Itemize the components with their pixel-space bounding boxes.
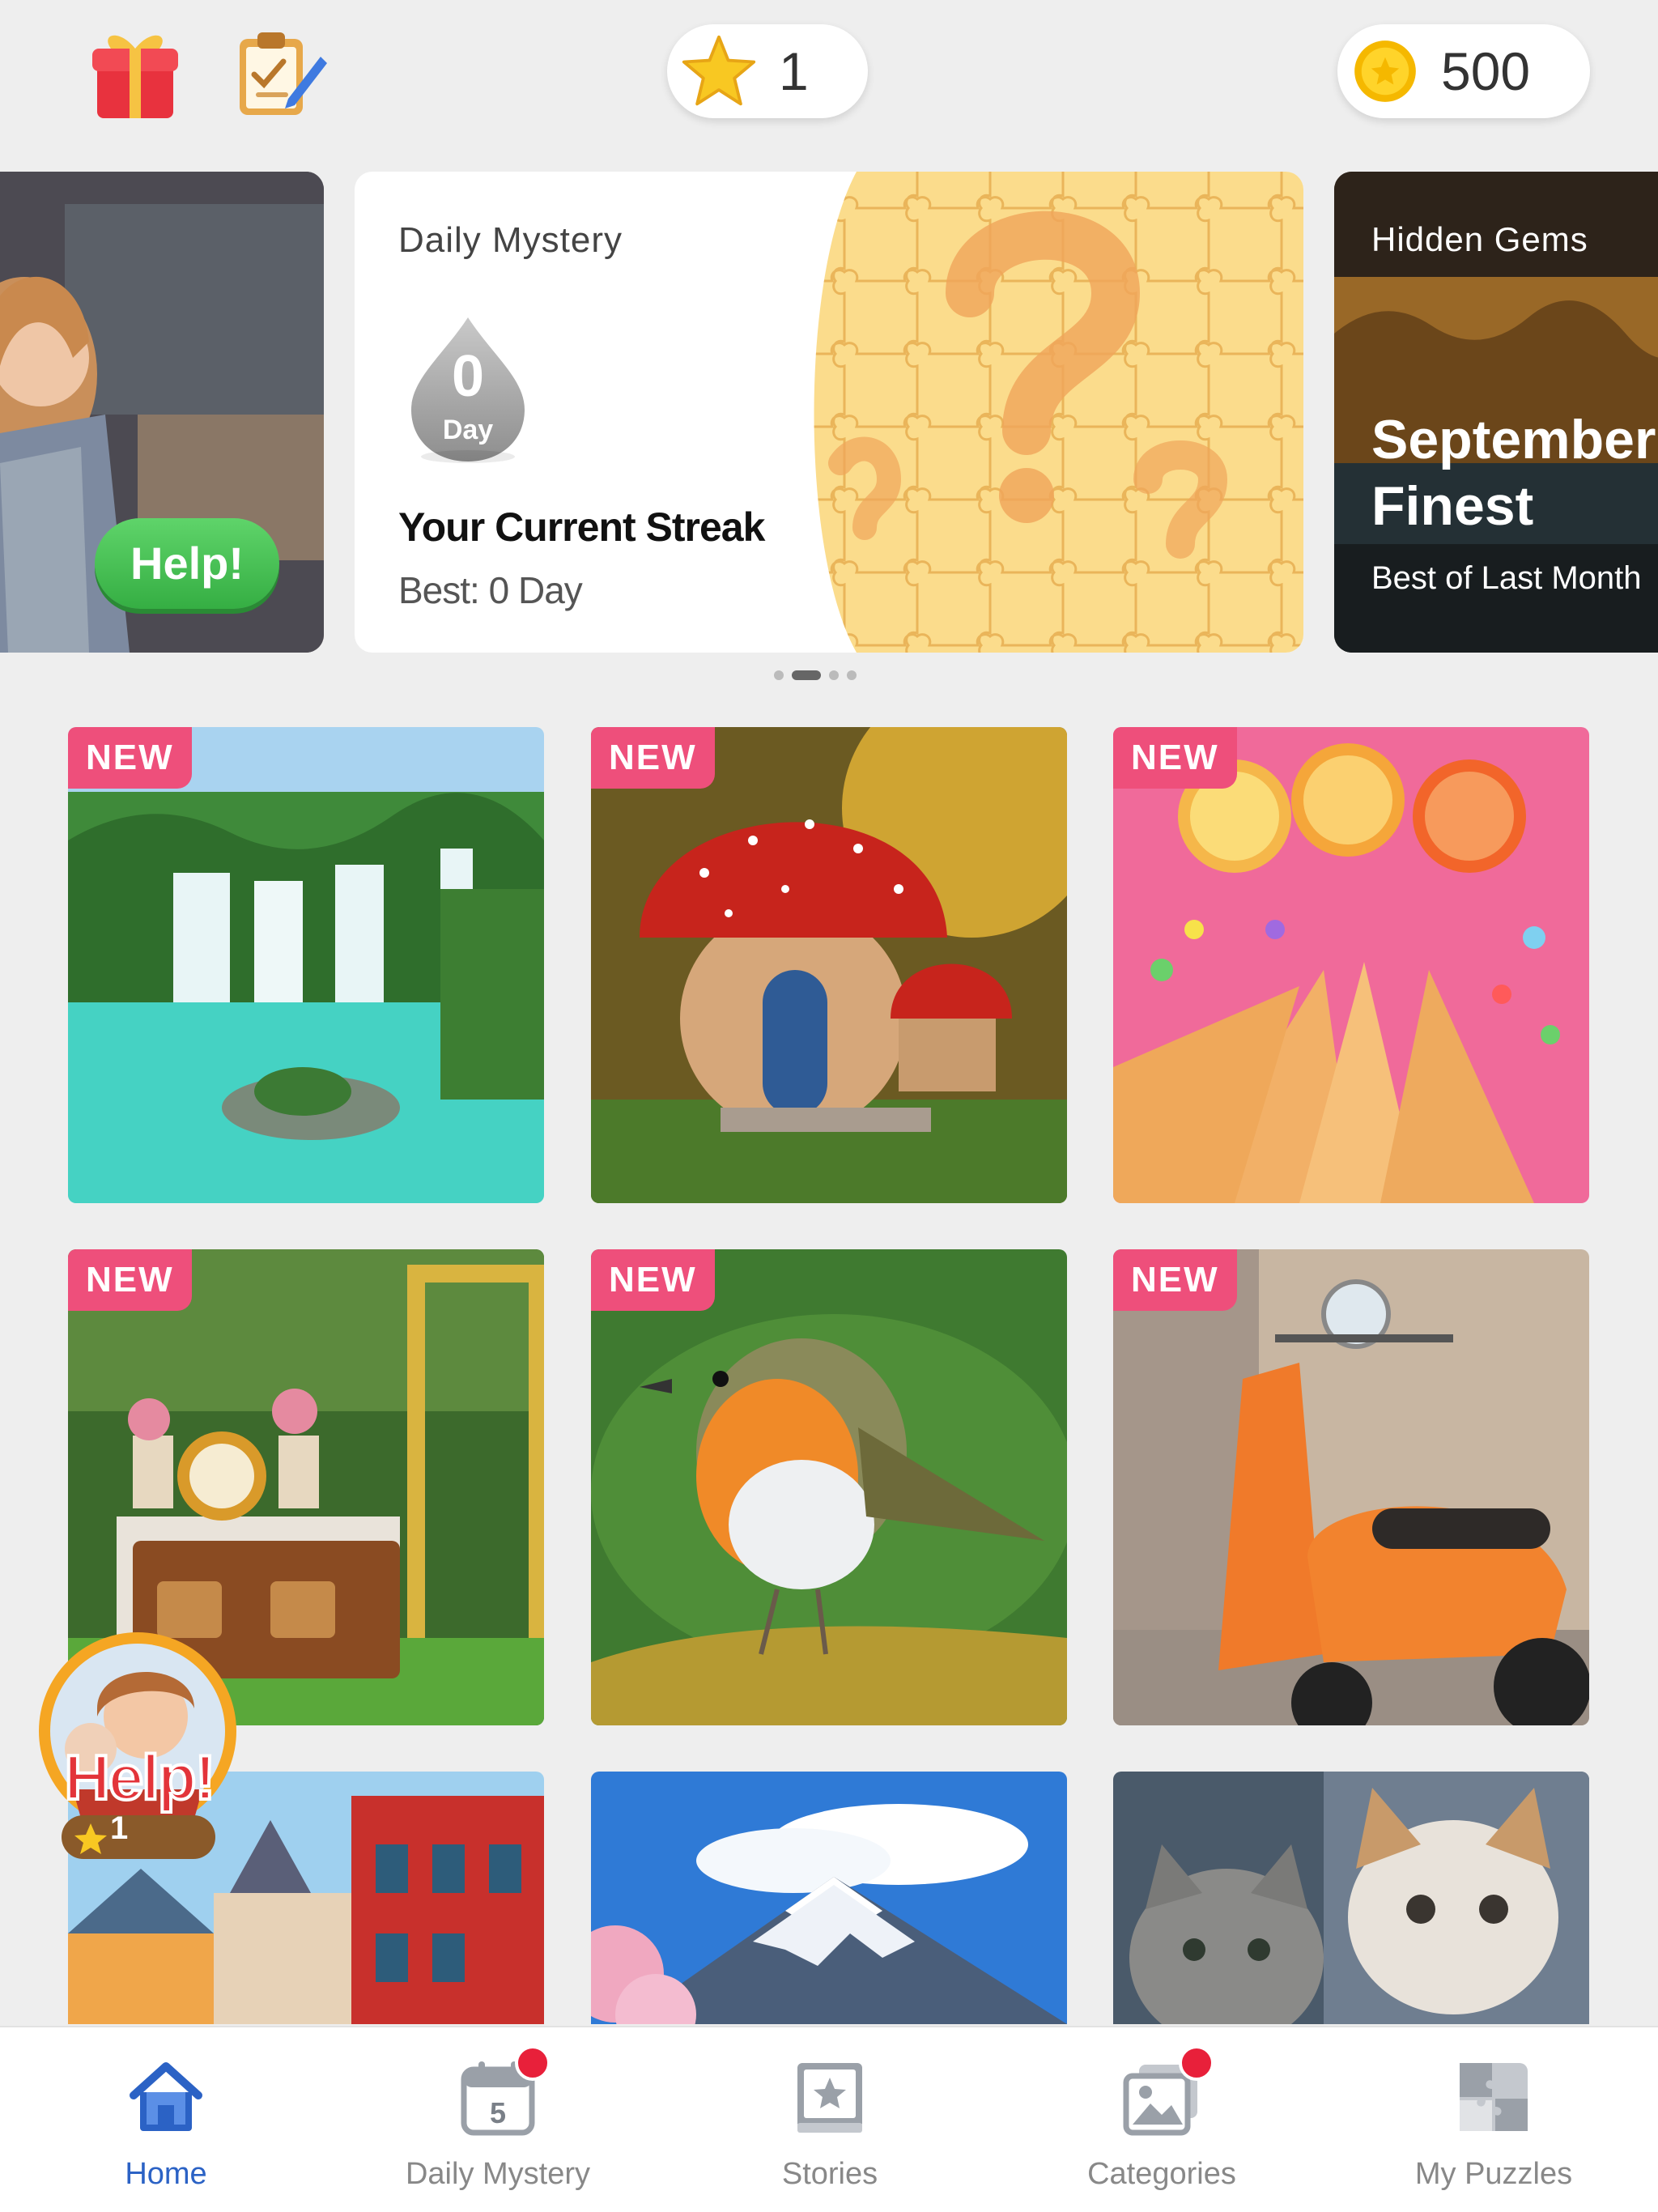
page-dot-active[interactable] (792, 670, 821, 680)
page-dot[interactable] (774, 670, 784, 680)
help-button[interactable]: Help! (95, 518, 279, 609)
tab-my-puzzles-label: My Puzzles (1414, 2157, 1573, 2191)
coin-icon (1354, 40, 1416, 102)
hidden-gems-headline: September's Finest (1371, 406, 1658, 539)
hidden-gems-title: Hidden Gems (1371, 220, 1588, 258)
streak-unit: Day (442, 415, 494, 445)
carousel-page-indicator (774, 670, 857, 680)
puzzle-tile-kittens[interactable] (1113, 1772, 1589, 2024)
calendar-day-number: 5 (490, 2096, 506, 2129)
star-icon (682, 35, 756, 106)
puzzle-tile-fuji[interactable] (591, 1772, 1067, 2024)
daily-mystery-card[interactable]: Daily Mystery 0 Day Your Current Streak … (355, 172, 1303, 653)
page-dot[interactable] (847, 670, 857, 680)
tab-stories-label: Stories (781, 2157, 878, 2191)
page-dot[interactable] (829, 670, 839, 680)
puzzle-tile-mushroom-house[interactable]: NEW (591, 727, 1067, 1203)
best-streak: Best: 0 Day (398, 569, 583, 611)
tab-daily-mystery[interactable]: 5 Daily Mystery (332, 2027, 664, 2212)
new-badge: NEW (1113, 727, 1237, 789)
tab-stories[interactable]: Stories (664, 2027, 996, 2212)
puzzle-tile-candy[interactable]: NEW (1113, 727, 1589, 1203)
hidden-gems-card[interactable]: Hidden Gems September's Finest Best of L… (1334, 172, 1658, 653)
help-float-label: Help! (63, 1740, 218, 1814)
puzzle-piece-icon (1460, 2063, 1528, 2131)
new-badge: NEW (1113, 1249, 1237, 1311)
tab-daily-mystery-label: Daily Mystery (405, 2157, 591, 2191)
streak-value: 0 (451, 344, 485, 409)
clipboard-check-icon[interactable] (232, 24, 329, 121)
gift-icon[interactable] (91, 24, 180, 121)
notification-dot (515, 2045, 551, 2081)
help-float-button[interactable]: Help! 1 (32, 1627, 243, 1870)
coins-counter[interactable]: 500 (1337, 24, 1590, 118)
tab-categories-label: Categories (1087, 2157, 1236, 2191)
mystery-puzzle-art (814, 172, 1303, 653)
current-streak-label: Your Current Streak (398, 504, 765, 550)
help-float-count: 1 (110, 1810, 129, 1846)
stars-counter[interactable]: 1 (667, 24, 868, 118)
home-icon (130, 2062, 202, 2131)
top-bar: 1 500 (0, 0, 1658, 154)
feature-carousel[interactable]: Help! Daily Mystery 0 Day Your Current S… (0, 172, 1658, 653)
new-badge: NEW (591, 727, 715, 789)
stories-book-icon (797, 2063, 862, 2133)
hidden-gems-headline-line1: September's (1371, 409, 1658, 470)
new-badge: NEW (68, 1249, 192, 1311)
tab-categories[interactable]: Categories (996, 2027, 1328, 2212)
coins-value: 500 (1441, 41, 1531, 101)
hidden-gems-headline-line2: Finest (1371, 475, 1534, 537)
tab-home[interactable]: Home (0, 2027, 332, 2212)
daily-mystery-title: Daily Mystery (398, 220, 623, 260)
puzzle-tile-waterfall[interactable]: NEW (68, 727, 544, 1203)
bottom-nav: Home 5 Daily Mystery Stories Categories … (0, 2026, 1658, 2212)
tab-my-puzzles[interactable]: My Puzzles (1328, 2027, 1658, 2212)
puzzle-tile-robin[interactable]: NEW (591, 1249, 1067, 1725)
hidden-gems-subtitle: Best of Last Month (1371, 560, 1642, 596)
notification-dot (1179, 2045, 1214, 2081)
story-card[interactable]: Help! (0, 172, 324, 653)
new-badge: NEW (591, 1249, 715, 1311)
stars-value: 1 (779, 41, 809, 101)
puzzle-tile-scooter[interactable]: NEW (1113, 1249, 1589, 1725)
new-badge: NEW (68, 727, 192, 789)
tab-home-label: Home (125, 2157, 207, 2191)
